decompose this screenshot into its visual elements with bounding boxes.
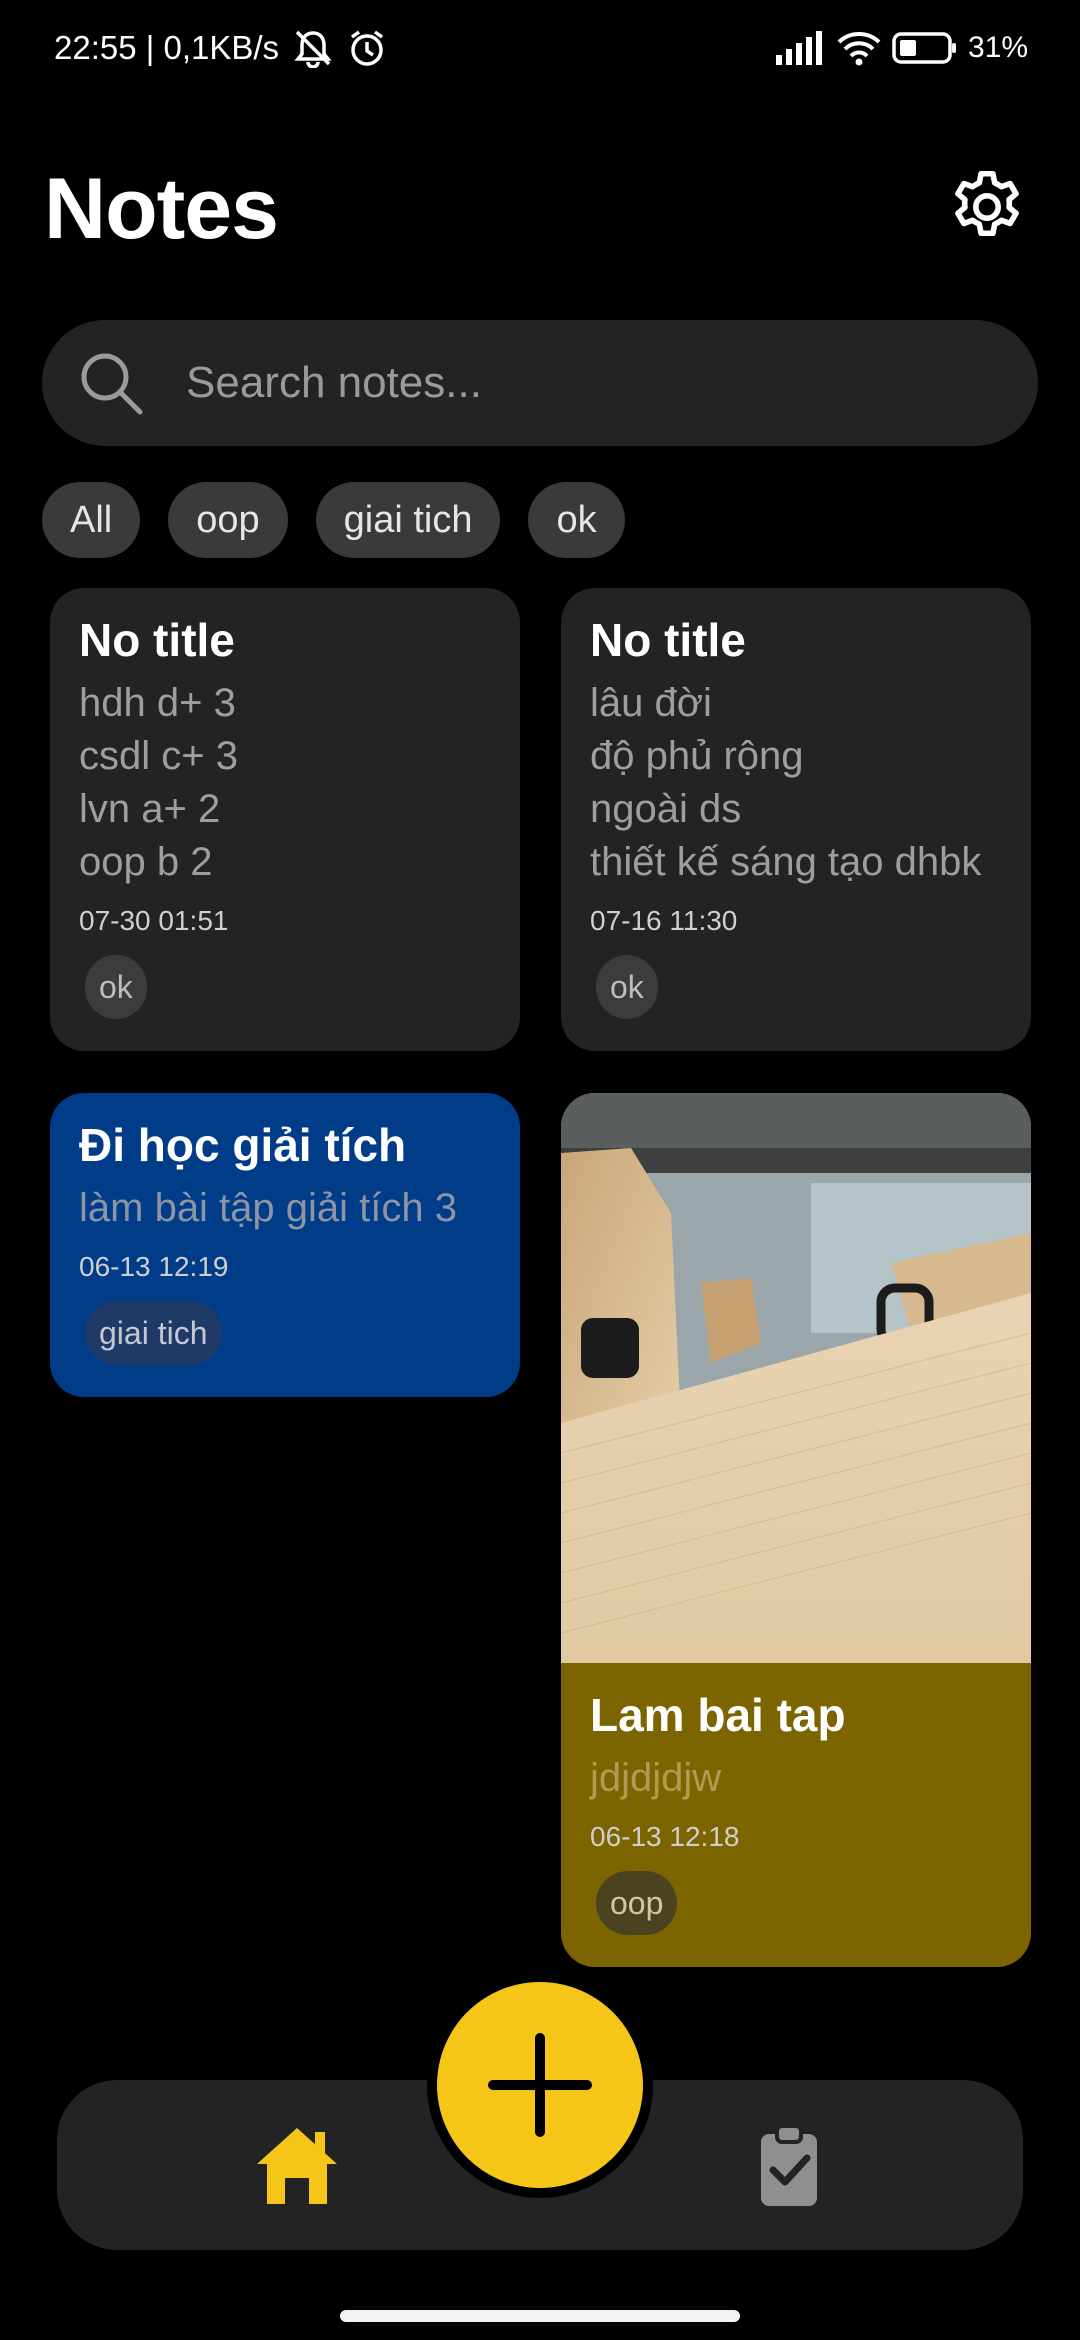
gear-icon — [955, 170, 1019, 237]
filter-chip-giai-tich[interactable]: giai tich — [315, 482, 501, 558]
add-note-button[interactable] — [437, 1982, 643, 2188]
note-date: 06-13 12:19 — [79, 1250, 229, 1282]
note-date: 07-30 01:51 — [79, 904, 229, 936]
note-card[interactable]: Lam bai tap jdjdjdjw 06-13 12:18 oop — [561, 1092, 1031, 1967]
status-bar-right: 31% — [774, 30, 1028, 66]
plus-icon — [488, 2033, 592, 2137]
note-tag: ok — [85, 954, 147, 1019]
alarm-clock-icon — [347, 28, 387, 68]
note-date: 07-16 11:30 — [590, 904, 738, 936]
note-tag: ok — [596, 954, 658, 1019]
note-date: 06-13 12:18 — [590, 1820, 740, 1852]
notes-column-left: No title hdh d+ 3 csdl c+ 3 lvn a+ 2 oop… — [50, 588, 520, 1397]
note-body: No title lâu đời độ phủ rộng ngoài ds th… — [561, 588, 1031, 1051]
notes-column-right: No title lâu đời độ phủ rộng ngoài ds th… — [561, 588, 1031, 1967]
note-line: jdjdjdjw — [590, 1755, 722, 1800]
filter-chip-ok[interactable]: ok — [528, 482, 625, 558]
signal-icon — [774, 31, 826, 65]
home-icon — [257, 2128, 337, 2204]
search-input[interactable] — [184, 357, 1038, 409]
status-bar-left: 22:55 | 0,1KB/s — [54, 28, 387, 68]
note-body: No title hdh d+ 3 csdl c+ 3 lvn a+ 2 oop… — [50, 588, 520, 1051]
clipboard-check-icon — [761, 2124, 817, 2206]
battery-icon — [892, 32, 958, 64]
note-line: ngoài ds — [590, 786, 742, 831]
note-line: csdl c+ 3 — [79, 733, 238, 778]
bell-muted-icon — [291, 28, 335, 68]
note-card[interactable]: Đi học giải tích làm bài tập giải tích 3… — [50, 1092, 520, 1397]
note-card[interactable]: No title lâu đời độ phủ rộng ngoài ds th… — [561, 588, 1031, 1051]
wifi-icon — [836, 30, 882, 66]
home-indicator[interactable] — [340, 2310, 740, 2322]
note-card[interactable]: No title hdh d+ 3 csdl c+ 3 lvn a+ 2 oop… — [50, 588, 520, 1051]
search-icon — [81, 353, 143, 415]
nav-home-button[interactable] — [253, 2122, 341, 2208]
note-line: lâu đời — [590, 680, 712, 725]
note-line: thiết kế sáng tạo dhbk — [590, 839, 982, 884]
battery-percentage: 31% — [967, 31, 1028, 64]
note-photo — [561, 1092, 1031, 1663]
tag-filter-chips: All oop giai tich ok — [42, 482, 625, 558]
page-title: Notes — [44, 161, 279, 257]
note-line: oop b 2 — [79, 839, 213, 884]
note-body: Đi học giải tích làm bài tập giải tích 3… — [50, 1093, 520, 1397]
note-line: độ phủ rộng — [590, 733, 804, 778]
note-body: Lam bai tap jdjdjdjw 06-13 12:18 oop — [561, 1663, 1031, 1967]
filter-chip-all[interactable]: All — [42, 482, 141, 558]
fab-ring — [427, 1972, 653, 2198]
note-title: Lam bai tap — [590, 1688, 846, 1741]
note-line: hdh d+ 3 — [79, 680, 236, 725]
search-bar[interactable] — [42, 320, 1038, 446]
settings-button[interactable] — [942, 162, 1032, 252]
note-title: No title — [590, 614, 746, 666]
note-line: lvn a+ 2 — [79, 786, 221, 831]
note-title: Đi học giải tích — [79, 1118, 407, 1171]
nav-tasks-button[interactable] — [745, 2124, 833, 2208]
note-line: làm bài tập giải tích 3 — [79, 1185, 457, 1230]
note-tag: giai tich — [85, 1300, 222, 1365]
filter-chip-oop[interactable]: oop — [168, 482, 288, 558]
status-bar: 22:55 | 0,1KB/s 31% — [0, 0, 1080, 96]
note-tag: oop — [596, 1870, 678, 1935]
status-time: 22:55 | 0,1KB/s — [54, 29, 280, 66]
notes-screen: 22:55 | 0,1KB/s 31% Notes Search notes..… — [0, 0, 1080, 2340]
note-title: No title — [79, 614, 235, 666]
